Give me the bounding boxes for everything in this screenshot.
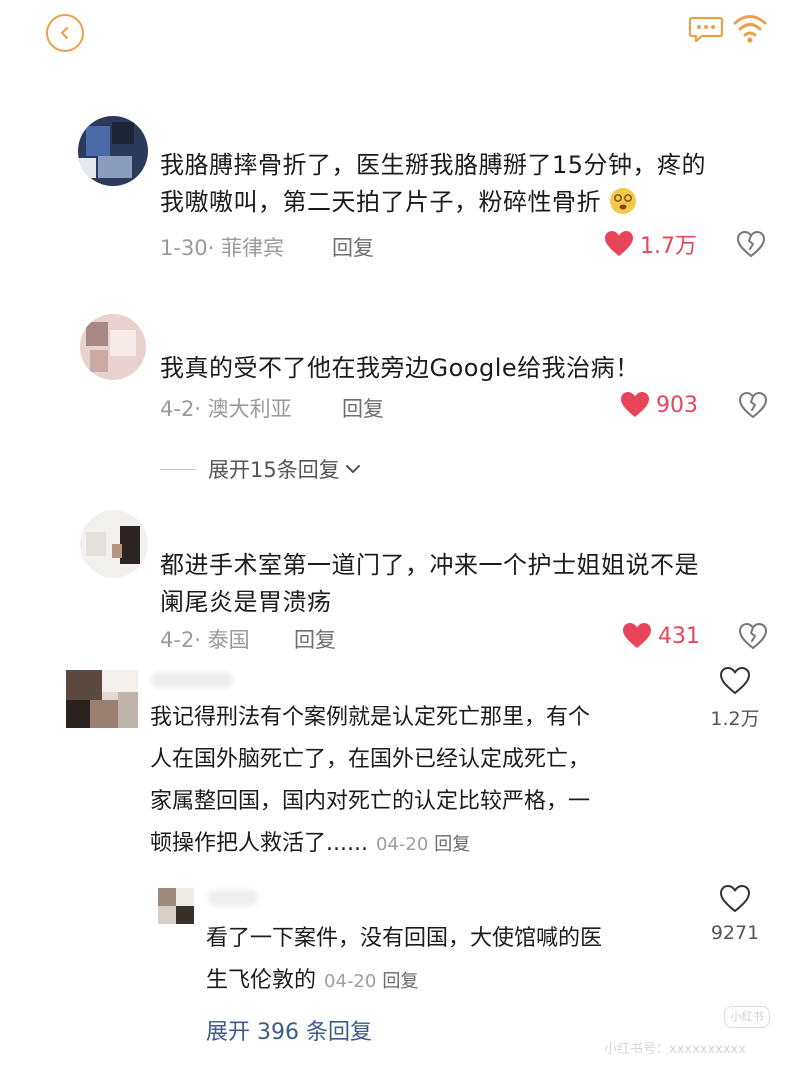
like-count: 431 (658, 623, 700, 649)
like-button[interactable]: 431 (622, 621, 700, 651)
like-count: 1.7万 (640, 234, 697, 259)
divider-line (160, 468, 196, 470)
reply-date: 04-20 (324, 971, 377, 992)
expand-replies-button[interactable]: 展开15条回复 (160, 454, 362, 484)
avatar[interactable] (80, 510, 148, 578)
reply-button[interactable]: 回复 (434, 834, 470, 855)
like-button[interactable]: 9271 (700, 884, 770, 944)
like-button[interactable]: 1.7万 (604, 229, 697, 259)
wifi-icon (733, 15, 767, 43)
broken-heart-icon[interactable] (736, 229, 766, 259)
top-bar (0, 0, 800, 70)
back-button[interactable] (46, 14, 84, 52)
comment-text: 都进手术室第一道门了，冲来一个护士姐姐说不是 阑尾炎是胃溃疡 (160, 551, 699, 616)
watermark-text: 小红书号：xxxxxxxxxx (604, 1042, 746, 1057)
comment-date-location: 4-2· 泰国 (160, 628, 250, 652)
comment-date-location: 1-30· 菲律宾 (160, 236, 285, 260)
watermark-badge: 小红书 (724, 1006, 770, 1028)
heart-filled-icon (623, 623, 651, 648)
like-count: 903 (656, 392, 698, 418)
expand-more-replies-button[interactable]: 展开 396 条回复 (206, 1014, 372, 1046)
reply-button[interactable]: 回复 (382, 971, 418, 992)
comment-text: 我真的受不了他在我旁边Google给我治病！ (160, 354, 640, 382)
comment-date: 04-20 (375, 834, 429, 855)
username-redacted (208, 890, 258, 906)
like-button[interactable]: 903 (620, 390, 698, 420)
avatar[interactable] (78, 116, 148, 186)
broken-heart-icon[interactable] (738, 621, 768, 651)
comment-date-location: 4-2· 澳大利亚 (160, 397, 292, 421)
dizzy-face-emoji (610, 188, 637, 214)
avatar[interactable] (80, 314, 146, 380)
reply-button[interactable]: 回复 (342, 393, 384, 423)
chevron-down-icon (345, 465, 360, 473)
heart-outline-icon (720, 885, 750, 912)
reply-button[interactable]: 回复 (294, 624, 336, 654)
like-count: 9271 (710, 922, 760, 944)
like-button[interactable]: 1.2万 (700, 666, 770, 731)
chevron-left-icon (60, 26, 69, 40)
avatar[interactable] (66, 670, 138, 728)
comment-text: 我记得刑法有个案例就是认定死亡那里，有个 人在国外脑死亡了，在国外已经认定成死亡… (150, 705, 591, 856)
avatar[interactable] (158, 888, 194, 924)
chat-bubble-icon[interactable] (688, 14, 724, 44)
like-count: 1.2万 (710, 708, 760, 730)
reply-text: 看了一下案件，没有回国，大使馆喊的医 生飞伦敦的 04-20 回复 (206, 926, 603, 993)
broken-heart-icon[interactable] (738, 390, 768, 420)
heart-outline-icon (720, 667, 750, 694)
comment-text: 我胳膊摔骨折了，医生掰我胳膊掰了15分钟，疼的 我嗷嗷叫，第二天拍了片子，粉碎性… (160, 151, 707, 216)
heart-filled-icon (605, 231, 633, 256)
username-redacted (152, 672, 232, 688)
reply-button[interactable]: 回复 (332, 232, 374, 262)
heart-filled-icon (621, 392, 649, 417)
expand-replies-label: 展开15条回复 (208, 458, 340, 482)
